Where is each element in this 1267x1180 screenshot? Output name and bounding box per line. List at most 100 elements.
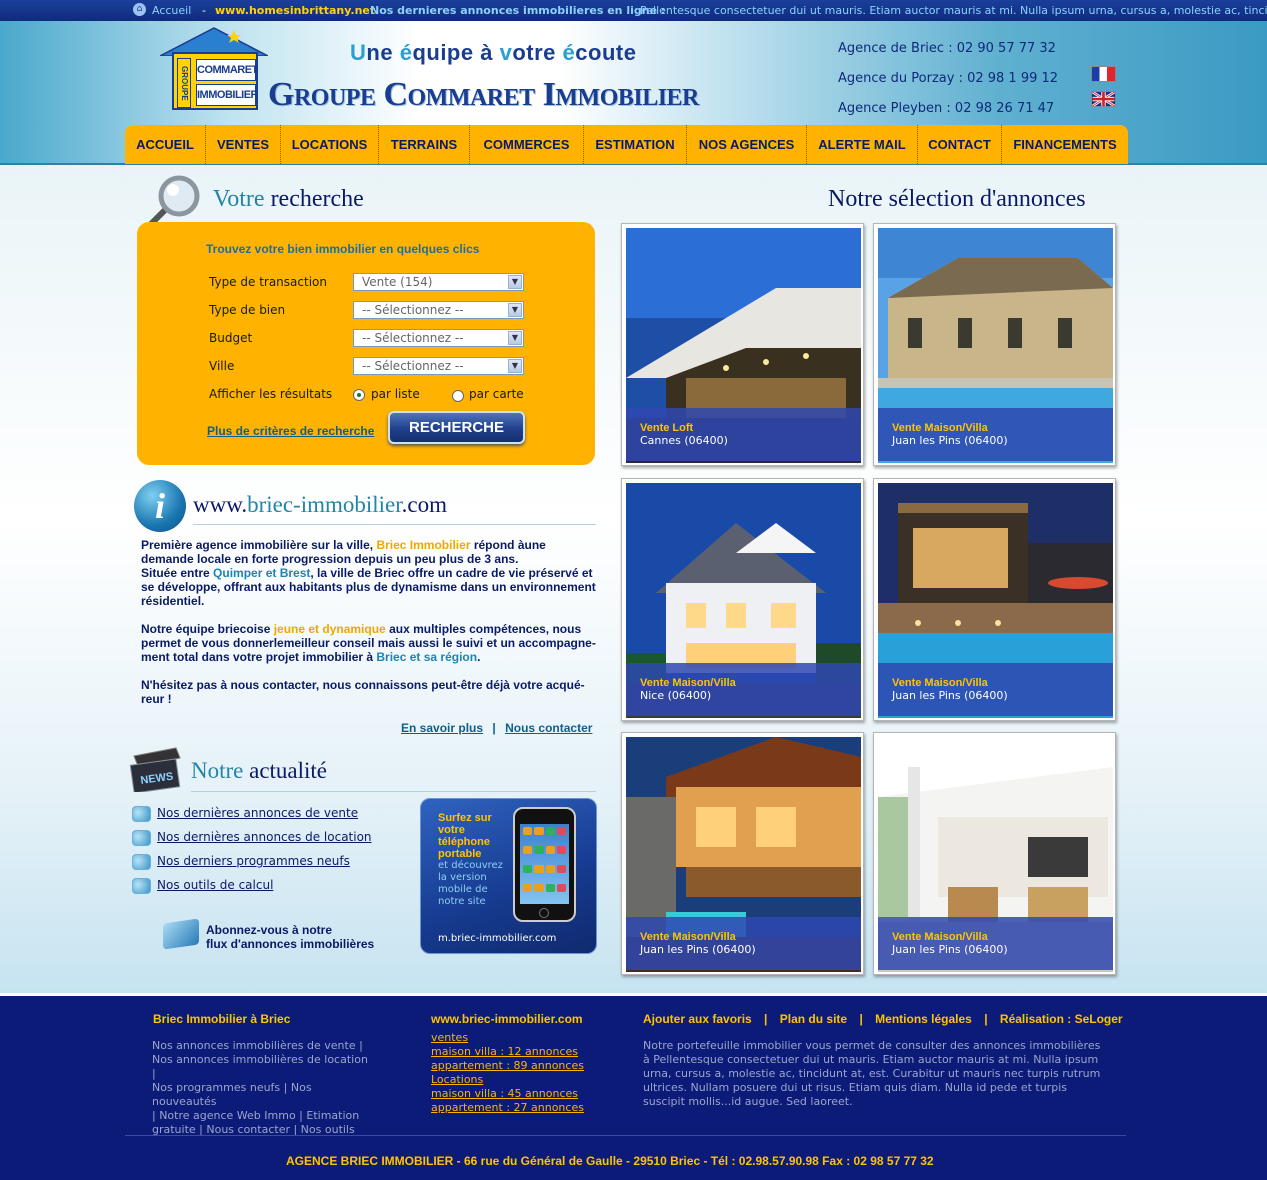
listing-card[interactable]: Vente Maison/Villa Juan les Pins (06400) [873, 223, 1116, 466]
nav-accueil[interactable]: ACCUEIL [125, 125, 206, 164]
info-icon: i [134, 480, 186, 532]
transaction-select[interactable]: Vente (154) ▼ [353, 273, 524, 291]
budget-select[interactable]: -- Sélectionnez -- ▼ [353, 329, 524, 347]
rss-feed-icon[interactable] [163, 918, 199, 950]
topbar-separator: - [202, 4, 206, 17]
city-label: Ville [209, 359, 235, 373]
agency-briec: Agence de Briec : 02 90 57 77 32 [838, 41, 1056, 56]
topbar-ticker[interactable]: Pellentesque consectetuer dui ut mauris.… [640, 4, 1267, 17]
listing-card[interactable]: Vente Maison/Villa Juan les Pins (06400) [621, 732, 864, 975]
info-paragraph-2: Située entre Quimper et Brest, la ville … [141, 566, 596, 608]
add-favorites-link[interactable]: Ajouter aux favoris [643, 1012, 752, 1026]
subscribe-feed-link[interactable]: Abonnez-vous à notre flux d'annonces immo… [206, 923, 374, 951]
main-nav: ACCUEIL VENTES LOCATIONS TERRAINS COMMER… [125, 125, 1128, 164]
budget-label: Budget [209, 331, 253, 345]
footer-col2-title: www.briec-immobilier.com [431, 1012, 583, 1026]
footer-links: Ajouter aux favoris | Plan du site | Men… [643, 1012, 1123, 1026]
top-bar: ⌂ Accueil - www.homesinbrittany.net Nos … [0, 0, 1267, 21]
credits-link[interactable]: Réalisation : SeLoger [1000, 1012, 1123, 1026]
home-link[interactable]: Accueil [152, 4, 191, 17]
divider [125, 1135, 1126, 1136]
english-flag-icon[interactable] [1091, 91, 1116, 107]
info-text: Première agence immobilière sur la ville… [141, 538, 601, 706]
nav-financements[interactable]: FINANCEMENTS [1002, 125, 1128, 164]
listing-caption: Vente Maison/Villa Juan les Pins (06400) [626, 917, 861, 970]
nav-ventes[interactable]: VENTES [206, 125, 281, 164]
home-icon[interactable]: ⌂ [133, 3, 146, 16]
info-paragraph-4: N'hésitez pas à nous contacter, nous con… [141, 678, 585, 706]
nav-alerte-mail[interactable]: ALERTE MAIL [807, 125, 918, 164]
nav-commerces[interactable]: COMMERCES [470, 125, 584, 164]
radio-list-label: par liste [371, 387, 420, 401]
nav-terrains[interactable]: TERRAINS [379, 125, 470, 164]
chevron-down-icon[interactable]: ▼ [508, 275, 522, 289]
agency-pleyben: Agence Pleyben : 02 98 26 71 47 [838, 101, 1055, 116]
mobile-url[interactable]: m.briec-immobilier.com [438, 933, 556, 944]
listing-caption: Vente Maison/Villa Juan les Pins (06400) [878, 663, 1113, 716]
selection-title: Notre sélection d'annonces [828, 186, 1086, 212]
footer-col1-links: Nos annonces immobilières de vente | Nos… [152, 1039, 368, 1136]
french-flag-icon[interactable] [1091, 66, 1116, 82]
results-label: Afficher les résultats [209, 387, 333, 401]
agency-porzay: Agence du Porzay : 02 98 1 99 12 [838, 71, 1059, 86]
smartphone-icon [513, 807, 576, 922]
property-type-label: Type de bien [209, 303, 286, 317]
news-clapperboard-icon: NEWS [129, 747, 181, 792]
info-links: En savoir plus | Nous contacter [401, 721, 593, 735]
divider [191, 791, 596, 792]
listing-caption: Vente Maison/Villa Juan les Pins (06400) [878, 917, 1113, 970]
nav-contact[interactable]: CONTACT [918, 125, 1002, 164]
chevron-down-icon[interactable]: ▼ [508, 331, 522, 345]
chevron-down-icon[interactable]: ▼ [508, 359, 522, 373]
logo[interactable]: GROUPE COMMARET IMMOBILIER [172, 52, 259, 110]
radio-map[interactable] [452, 390, 464, 402]
listing-card[interactable]: Vente Maison/Villa Juan les Pins (06400) [873, 478, 1116, 721]
learn-more-link[interactable]: En savoir plus [401, 721, 483, 735]
divider [193, 524, 596, 525]
topbar-latest-label: Nos dernieres annonces immobilieres en l… [370, 4, 666, 17]
more-criteria-link[interactable]: Plus de critères de recherche [207, 424, 374, 438]
info-paragraph-3: Notre équipe briecoise jeune et dynamiqu… [141, 622, 596, 664]
nav-estimation[interactable]: ESTIMATION [584, 125, 687, 164]
listing-card[interactable]: Vente Maison/Villa Nice (06400) [621, 478, 864, 721]
listing-caption: Vente Loft Cannes (06400) [626, 408, 861, 461]
brand-name: Groupe Commaret Immobilier [268, 76, 699, 113]
footer-description: Notre portefeuille immobilier vous perme… [643, 1039, 1101, 1108]
city-select[interactable]: -- Sélectionnez -- ▼ [353, 357, 524, 375]
transaction-label: Type de transaction [209, 275, 327, 289]
nav-locations[interactable]: LOCATIONS [281, 125, 379, 164]
nav-nos-agences[interactable]: NOS AGENCES [687, 125, 807, 164]
contact-link[interactable]: Nous contacter [505, 721, 592, 735]
legal-link[interactable]: Mentions légales [875, 1012, 972, 1026]
footer-col2-links: ventes maison villa : 12 annonces appart… [431, 1031, 584, 1114]
radio-map-label: par carte [469, 387, 524, 401]
chevron-down-icon[interactable]: ▼ [508, 303, 522, 317]
rss-icon [132, 878, 151, 894]
search-intro: Trouvez votre bien immobilier en quelque… [206, 242, 480, 256]
listing-card[interactable]: Vente Maison/Villa Juan les Pins (06400) [873, 732, 1116, 975]
info-paragraph-1: Première agence immobilière sur la ville… [141, 538, 546, 566]
listing-card[interactable]: Vente Loft Cannes (06400) [621, 223, 864, 466]
topbar-site-link[interactable]: www.homesinbrittany.net [215, 4, 375, 17]
listing-caption: Vente Maison/Villa Nice (06400) [626, 663, 861, 716]
footer-col1-title: Briec Immobilier à Briec [153, 1012, 291, 1026]
logo-bottom-text: IMMOBILIER [196, 84, 259, 106]
sitemap-link[interactable]: Plan du site [780, 1012, 847, 1026]
info-title: www.briec-immobilier.com [193, 492, 448, 517]
agency-phones: Agence de Briec : 02 90 57 77 32 Agence … [838, 34, 1058, 124]
search-button[interactable]: RECHERCHE [388, 411, 525, 444]
search-title: Votre recherche [213, 186, 364, 212]
rss-icon [132, 854, 151, 870]
tagline: Une équipe à votre écoute [350, 40, 637, 65]
logo-top-text: COMMARET [196, 59, 258, 81]
rss-icon [132, 830, 151, 846]
listing-caption: Vente Maison/Villa Juan les Pins (06400) [878, 408, 1113, 461]
property-type-select[interactable]: -- Sélectionnez -- ▼ [353, 301, 524, 319]
radio-list[interactable] [353, 389, 365, 401]
news-title: Notre actualité [191, 758, 328, 783]
mobile-promo-title: Surfez sur votre téléphone portable [438, 812, 492, 860]
rss-icon [132, 806, 151, 822]
mobile-promo-text: et découvrez la version mobile de notre sit… [438, 860, 503, 907]
logo-side-text: GROUPE [177, 58, 191, 108]
footer-address: AGENCE BRIEC IMMOBILIER - 66 rue du Géné… [286, 1154, 934, 1168]
